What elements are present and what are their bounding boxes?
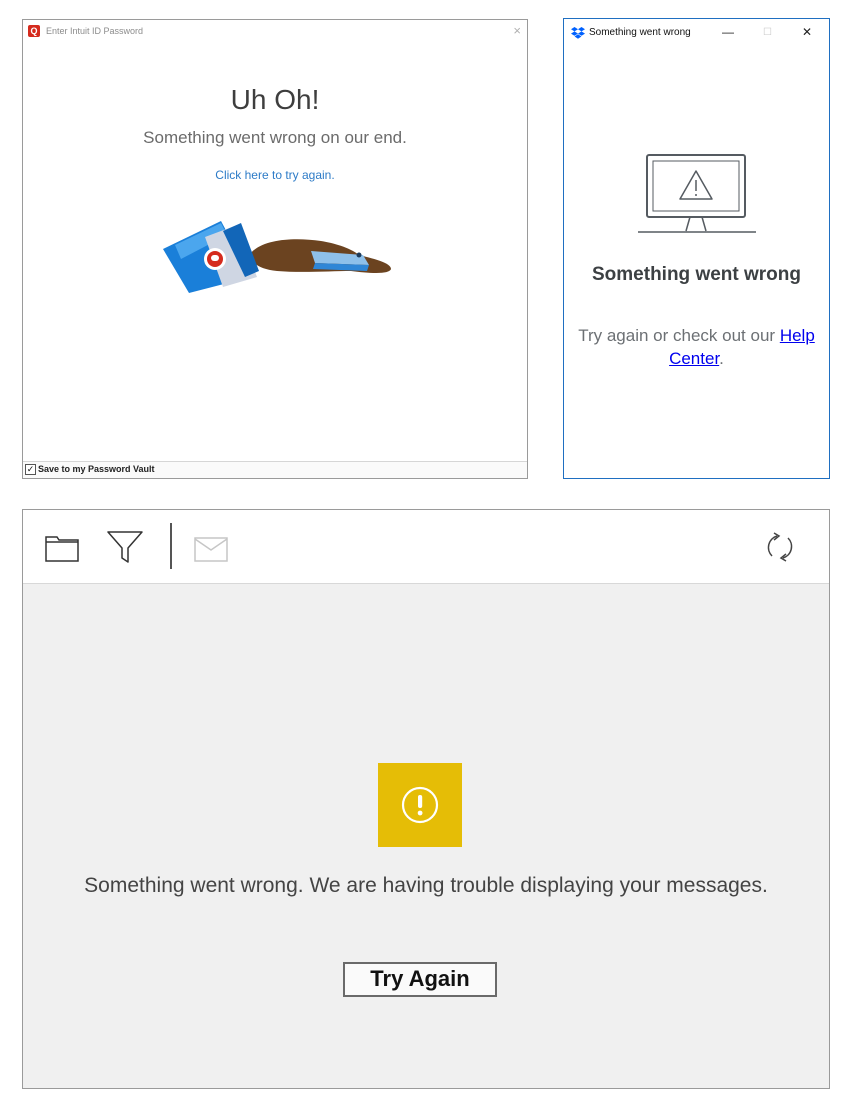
intuit-window-title: Enter Intuit ID Password [46, 26, 144, 36]
dropbox-subtext: Try again or check out our Help Center. [574, 324, 819, 370]
dropbox-sub-prefix: Try again or check out our [578, 326, 776, 345]
intuit-retry-link[interactable]: Click here to try again. [23, 168, 527, 182]
dropbox-heading: Something went wrong [592, 264, 801, 285]
refresh-icon[interactable] [763, 530, 797, 569]
monitor-warning-icon [636, 153, 758, 240]
envelope-icon[interactable] [194, 537, 228, 567]
save-to-vault-label: Save to my Password Vault [38, 464, 155, 474]
intuit-password-window: Q Enter Intuit ID Password × Uh Oh! Some… [22, 19, 528, 479]
minimize-button[interactable]: — [722, 25, 734, 39]
save-to-vault-checkbox[interactable]: ✓ [25, 464, 36, 475]
folder-icon[interactable] [45, 534, 79, 567]
intuit-subheading: Something went wrong on our end. [143, 128, 407, 147]
close-button[interactable]: ✕ [802, 25, 812, 39]
intuit-footer: ✓ Save to my Password Vault [23, 461, 527, 478]
intuit-close-button[interactable]: × [513, 23, 521, 38]
intuit-app-icon: Q [28, 25, 40, 37]
filter-icon[interactable] [107, 530, 143, 569]
intuit-heading: Uh Oh! [230, 84, 320, 115]
mail-error-window: Something went wrong. We are having trou… [22, 509, 830, 1089]
dropbox-sub-suffix: . [719, 349, 724, 368]
intuit-titlebar: Q Enter Intuit ID Password × [23, 20, 527, 44]
error-message: Something went wrong. We are having trou… [84, 874, 768, 897]
toolbar-separator [170, 523, 172, 569]
dropbox-logo-icon [571, 26, 585, 44]
dropbox-titlebar: Something went wrong — ☐ ✕ [564, 19, 829, 47]
maximize-button[interactable]: ☐ [763, 27, 772, 38]
fallen-coffee-cup-icon [161, 215, 393, 300]
try-again-button[interactable]: Try Again [343, 962, 497, 997]
dropbox-window-title: Something went wrong [589, 27, 691, 38]
exclamation-circle-icon [401, 786, 439, 824]
mail-toolbar [23, 510, 829, 584]
dropbox-error-window: Something went wrong — ☐ ✕ Something wen… [563, 18, 830, 479]
warning-tile [378, 763, 462, 847]
